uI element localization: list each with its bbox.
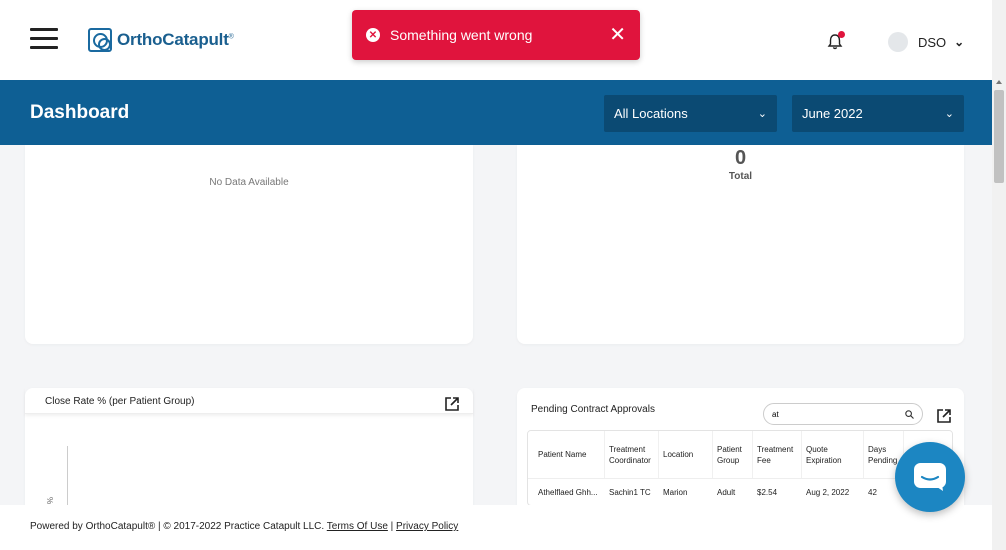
error-icon: ✕ [366, 28, 380, 42]
copyright-text: Powered by OrthoCatapult® | © 2017-2022 … [30, 521, 327, 532]
logo[interactable]: OrthoCatapult® [88, 28, 234, 52]
table-cell: $2.54 [757, 487, 778, 497]
external-link-icon[interactable] [444, 396, 460, 412]
total-value: 0 [734, 147, 747, 169]
chevron-down-icon: ⌄ [954, 35, 965, 49]
chevron-down-icon: ⌄ [757, 108, 767, 120]
column-header[interactable]: Patient Group [713, 431, 753, 478]
brand-name: OrthoCatapult® [117, 30, 234, 49]
search-box[interactable] [763, 403, 923, 425]
chart-card-top-right: 0 Total [517, 145, 964, 344]
user-menu[interactable]: DSO ⌄ [888, 32, 964, 52]
error-toast: ✕ Something went wrong ✕ [352, 10, 640, 60]
search-icon [905, 409, 914, 419]
axis-tick-label: % [46, 496, 56, 505]
table-cell: Marion [663, 487, 688, 497]
location-select-value: All Locations [614, 106, 688, 121]
table-row[interactable]: Athelflaed Ghh... Sachin1 TC Marion Adul… [528, 479, 952, 505]
column-header[interactable]: Location [659, 431, 713, 478]
card-title: Close Rate % (per Patient Group) [45, 396, 195, 407]
user-name: DSO [918, 34, 947, 50]
chat-launcher-button[interactable] [895, 442, 965, 512]
location-select[interactable]: All Locations ⌄ [604, 95, 777, 132]
scroll-thumb[interactable] [994, 90, 1004, 183]
table-cell: Athelflaed Ghh... [538, 487, 598, 497]
pending-contracts-card: Pending Contract Approvals Patient Name … [517, 388, 964, 518]
logo-mark-icon [88, 28, 112, 52]
chat-icon [914, 463, 946, 491]
scroll-up-arrow-icon[interactable] [996, 80, 1002, 84]
chevron-down-icon: ⌄ [944, 108, 954, 120]
table-cell: Aug 2, 2022 [806, 487, 850, 497]
column-header[interactable]: Treatment Fee [753, 431, 802, 478]
column-header[interactable]: Patient Name [528, 431, 605, 478]
external-link-icon[interactable] [936, 408, 952, 424]
card-title: Pending Contract Approvals [531, 404, 655, 415]
chart-card-top-left: No Data Available [25, 145, 473, 344]
month-select[interactable]: June 2022 ⌄ [792, 95, 964, 132]
table-cell: Adult [717, 487, 736, 497]
scrollbar[interactable] [992, 0, 1006, 550]
table-header: Patient Name Treatment Coordinator Locat… [528, 431, 952, 479]
dashboard-header: Dashboard All Locations ⌄ June 2022 ⌄ [0, 80, 992, 145]
menu-icon[interactable] [30, 28, 58, 50]
avatar [888, 32, 908, 52]
close-icon[interactable]: ✕ [609, 25, 626, 45]
toast-message: Something went wrong [390, 27, 533, 43]
footer-separator: | [387, 521, 397, 532]
month-select-value: June 2022 [802, 106, 863, 121]
total-label: Total [728, 171, 753, 182]
privacy-link[interactable]: Privacy Policy [396, 521, 458, 532]
table-cell: Sachin1 TC [609, 487, 651, 497]
column-header[interactable]: Quote Expiration [802, 431, 864, 478]
search-input[interactable] [772, 409, 892, 419]
column-header[interactable]: Treatment Coordinator [605, 431, 659, 478]
notification-dot [838, 31, 845, 38]
page-title: Dashboard [30, 102, 130, 123]
no-data-text: No Data Available [209, 177, 289, 188]
pending-contracts-table: Patient Name Treatment Coordinator Locat… [527, 430, 953, 506]
close-rate-card: Close Rate % (per Patient Group) % [25, 388, 473, 526]
terms-link[interactable]: Terms Of Use [327, 521, 388, 532]
footer: Powered by OrthoCatapult® | © 2017-2022 … [0, 505, 992, 550]
